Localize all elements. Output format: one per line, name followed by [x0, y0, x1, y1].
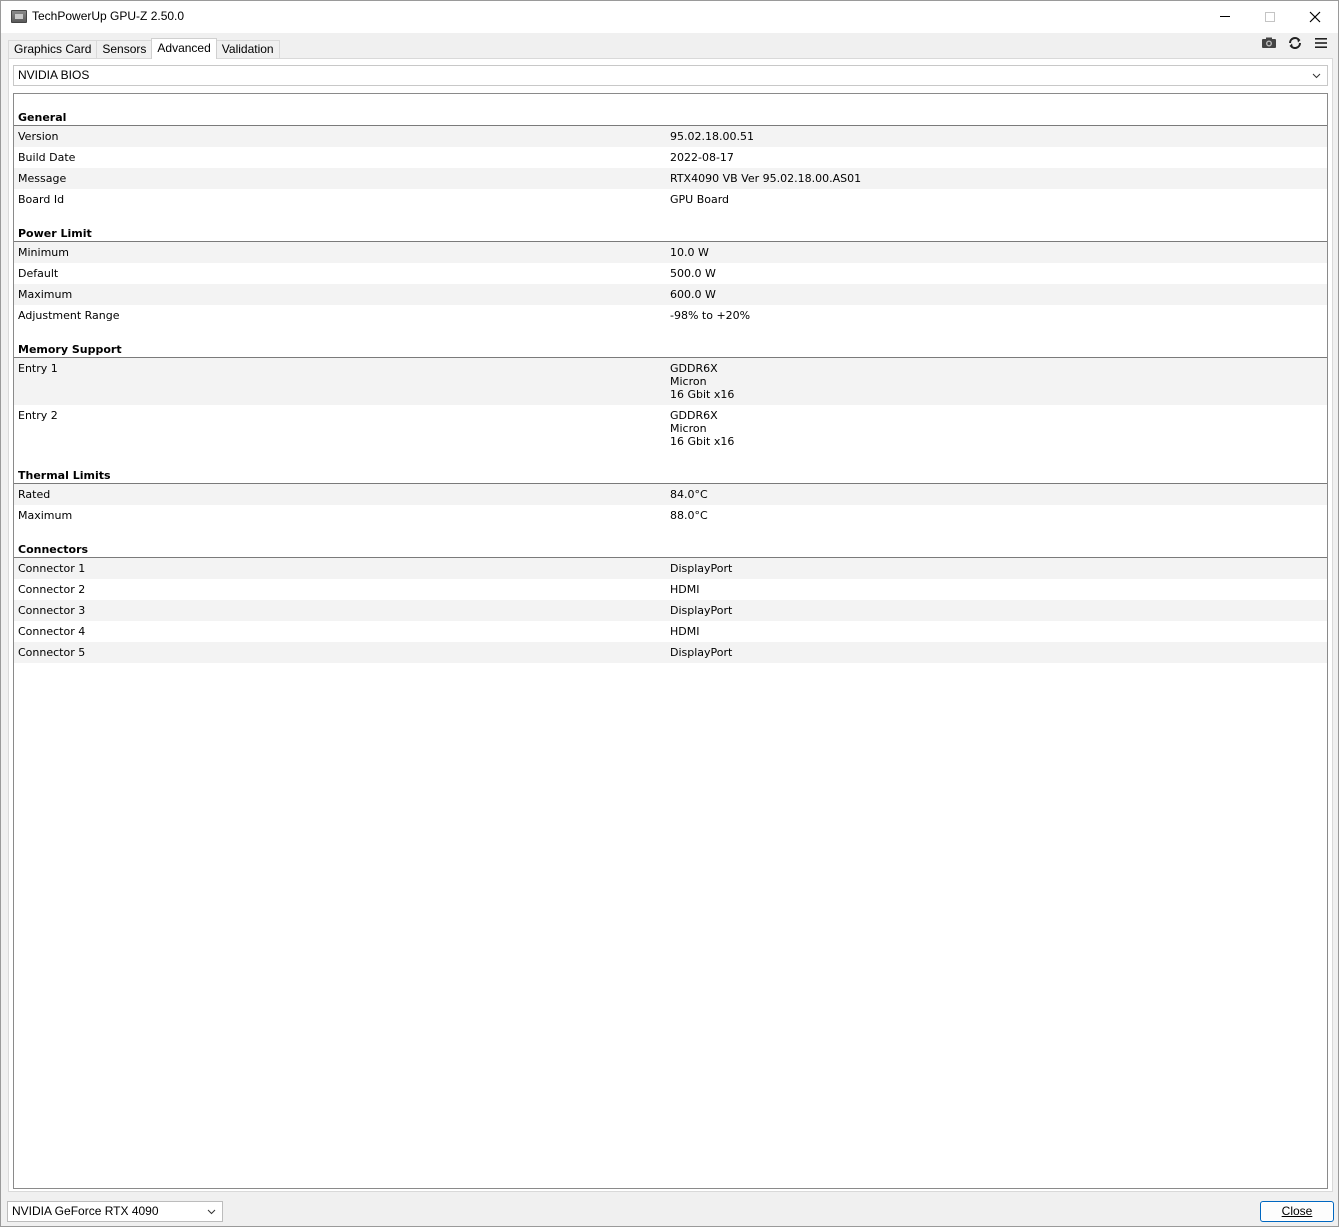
refresh-button[interactable]	[1287, 36, 1303, 50]
window-title: TechPowerUp GPU-Z 2.50.0	[32, 9, 185, 23]
table-row[interactable]: Rated 84.0°C	[14, 484, 1327, 505]
refresh-icon	[1289, 37, 1301, 49]
table-row[interactable]: Connector 2 HDMI	[14, 579, 1327, 600]
close-button-label: Close	[1281, 1204, 1313, 1218]
close-window-button[interactable]	[1292, 1, 1338, 32]
row-value: DisplayPort	[670, 604, 733, 617]
toolbar	[1261, 36, 1329, 52]
row-label: Entry 1	[18, 362, 58, 375]
section-rows: Connector 1 DisplayPort Connector 2 HDMI Con…	[14, 558, 1327, 663]
row-value: HDMI	[670, 625, 700, 638]
close-button[interactable]: Close	[1260, 1201, 1334, 1222]
category-select-value: NVIDIA BIOS	[18, 68, 90, 82]
section-rows: Minimum 10.0 W Default 500.0 W Maximum 600.0 …	[14, 242, 1327, 326]
row-value: HDMI	[670, 583, 700, 596]
section-connectors: Connectors Connector 1 DisplayPort Connecto…	[14, 526, 1327, 663]
maximize-button[interactable]	[1247, 1, 1293, 32]
row-value: 600.0 W	[670, 288, 716, 301]
section-memory-support: Memory Support Entry 1 GDDR6X Micron 16 Gb…	[14, 326, 1327, 452]
gpu-select-value: NVIDIA GeForce RTX 4090	[12, 1204, 159, 1218]
section-power-limit: Power Limit Minimum 10.0 W Default 500.0 W Ma…	[14, 210, 1327, 326]
row-label: Build Date	[18, 151, 76, 164]
row-value: 95.02.18.00.51	[670, 130, 754, 143]
row-label: Default	[18, 267, 59, 280]
row-label: Connector 4	[18, 625, 86, 638]
row-value: 88.0°C	[670, 509, 708, 522]
row-label: Maximum	[18, 509, 73, 522]
section-rows: Entry 1 GDDR6X Micron 16 Gbit x16 Entry 2 G…	[14, 358, 1327, 452]
table-row[interactable]: Version 95.02.18.00.51	[14, 126, 1327, 147]
chevron-down-icon	[207, 1209, 216, 1215]
table-row[interactable]: Message RTX4090 VB Ver 95.02.18.00.AS01	[14, 168, 1327, 189]
table-row[interactable]: Build Date 2022-08-17	[14, 147, 1327, 168]
table-row[interactable]: Connector 1 DisplayPort	[14, 558, 1327, 579]
row-label: Connector 3	[18, 604, 86, 617]
row-value: RTX4090 VB Ver 95.02.18.00.AS01	[670, 172, 862, 185]
table-row[interactable]: Entry 1 GDDR6X Micron 16 Gbit x16	[14, 358, 1327, 405]
menu-button[interactable]	[1313, 36, 1329, 50]
chevron-down-icon	[1312, 73, 1321, 79]
section-rows: Rated 84.0°C Maximum 88.0°C	[14, 484, 1327, 526]
table-row[interactable]: Minimum 10.0 W	[14, 242, 1327, 263]
row-value: GDDR6X Micron 16 Gbit x16	[670, 362, 735, 401]
row-label: Minimum	[18, 246, 69, 259]
close-icon	[1309, 11, 1321, 22]
section-header: Power Limit	[14, 210, 1327, 242]
row-value: DisplayPort	[670, 646, 733, 659]
row-value: 500.0 W	[670, 267, 716, 280]
row-label: Message	[18, 172, 67, 185]
row-value: GPU Board	[670, 193, 730, 206]
row-value: -98% to +20%	[670, 309, 751, 322]
row-label: Version	[18, 130, 59, 143]
row-label: Entry 2	[18, 409, 58, 422]
hamburger-menu-icon	[1315, 38, 1327, 48]
section-header: Thermal Limits	[14, 452, 1327, 484]
table-row[interactable]: Connector 5 DisplayPort	[14, 642, 1327, 663]
row-label: Adjustment Range	[18, 309, 120, 322]
row-label: Maximum	[18, 288, 73, 301]
row-value: DisplayPort	[670, 562, 733, 575]
tab-advanced[interactable]: Advanced	[151, 38, 217, 59]
row-label: Rated	[18, 488, 51, 501]
table-row[interactable]: Connector 4 HDMI	[14, 621, 1327, 642]
tab-strip: Graphics Card Sensors Advanced Validatio…	[8, 38, 280, 59]
row-label: Connector 5	[18, 646, 86, 659]
section-header: Memory Support	[14, 326, 1327, 358]
minimize-icon	[1220, 16, 1230, 17]
row-value: 2022-08-17	[670, 151, 734, 164]
table-row[interactable]: Entry 2 GDDR6X Micron 16 Gbit x16	[14, 405, 1327, 452]
section-header: Connectors	[14, 526, 1327, 558]
table-row[interactable]: Default 500.0 W	[14, 263, 1327, 284]
table-row[interactable]: Maximum 88.0°C	[14, 505, 1327, 526]
title-bar[interactable]: TechPowerUp GPU-Z 2.50.0	[1, 1, 1338, 33]
row-label: Board Id	[18, 193, 65, 206]
row-label: Connector 1	[18, 562, 86, 575]
camera-icon	[1262, 37, 1276, 48]
row-value: 84.0°C	[670, 488, 708, 501]
section-header: General	[14, 94, 1327, 126]
maximize-icon	[1265, 11, 1275, 22]
section-thermal-limits: Thermal Limits Rated 84.0°C Maximum 88.0°C	[14, 452, 1327, 526]
tab-sensors[interactable]: Sensors	[96, 40, 153, 59]
section-general: General Version 95.02.18.00.51 Build Date 20…	[14, 94, 1327, 210]
table-row[interactable]: Maximum 600.0 W	[14, 284, 1327, 305]
table-row[interactable]: Adjustment Range -98% to +20%	[14, 305, 1327, 326]
table-row[interactable]: Board Id GPU Board	[14, 189, 1327, 210]
table-row[interactable]: Connector 3 DisplayPort	[14, 600, 1327, 621]
screenshot-button[interactable]	[1261, 36, 1277, 50]
category-select[interactable]: NVIDIA BIOS	[13, 65, 1328, 86]
tab-validation[interactable]: Validation	[215, 40, 280, 59]
advanced-panel: NVIDIA BIOS General Version 95.02.18.00.51…	[8, 58, 1333, 1192]
bios-info-list[interactable]: General Version 95.02.18.00.51 Build Date 20…	[13, 93, 1328, 1189]
tab-graphics-card[interactable]: Graphics Card	[8, 40, 98, 59]
minimize-button[interactable]	[1202, 1, 1248, 32]
row-value: GDDR6X Micron 16 Gbit x16	[670, 409, 735, 448]
section-rows: Version 95.02.18.00.51 Build Date 2022-08-1…	[14, 126, 1327, 210]
gpu-select[interactable]: NVIDIA GeForce RTX 4090	[7, 1201, 223, 1222]
gpu-z-window: TechPowerUp GPU-Z 2.50.0 Graphics Card S…	[0, 0, 1339, 1227]
row-label: Connector 2	[18, 583, 86, 596]
row-value: 10.0 W	[670, 246, 709, 259]
gpu-z-app-icon[interactable]	[11, 10, 27, 23]
